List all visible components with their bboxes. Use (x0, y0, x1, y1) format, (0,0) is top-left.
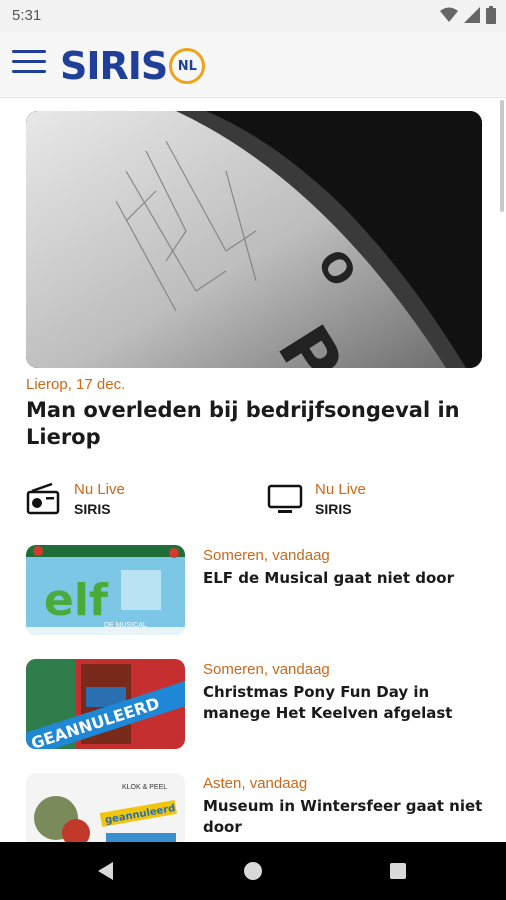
menu-line-icon (12, 50, 46, 53)
live-radio-button[interactable]: Nu Live SIRIS (26, 479, 246, 519)
live-tv-label: Nu Live (315, 481, 366, 498)
status-bar: 5:31 (0, 0, 506, 32)
logo-badge: NL (169, 48, 206, 84)
police-car-photo: P O (26, 111, 482, 368)
hamburger-menu-button[interactable] (12, 50, 46, 80)
battery-icon (486, 6, 496, 24)
system-nav-bar (0, 842, 506, 900)
status-time: 5:31 (12, 7, 42, 24)
radio-icon (26, 483, 60, 515)
tv-icon (267, 484, 303, 513)
news-item[interactable]: elf DE MUSICAL Someren, vandaag ELF de M… (26, 545, 486, 635)
menu-line-icon (12, 60, 46, 63)
news-meta: Someren, vandaag (203, 547, 330, 564)
hero-meta: Lierop, 17 dec. (26, 376, 126, 393)
app-screen: 5:31 SIRIS NL P O Lierop, 17 dec. Man ov… (0, 0, 506, 900)
news-item[interactable]: GEANNULEERD Someren, vandaag Christmas P… (26, 659, 486, 749)
news-item[interactable]: KLOK & PEEL geannuleerd Asten, vandaag M… (26, 773, 486, 842)
wifi-icon (440, 7, 458, 22)
news-meta: Someren, vandaag (203, 661, 330, 678)
news-title: Christmas Pony Fun Day in manege Het Kee… (203, 683, 453, 722)
scrollbar[interactable] (500, 100, 504, 212)
news-feed[interactable]: P O Lierop, 17 dec. Man overleden bij be… (0, 99, 506, 842)
recent-apps-icon[interactable] (390, 863, 406, 879)
signal-icon (464, 7, 480, 23)
live-radio-label: Nu Live (74, 481, 125, 498)
siris-logo[interactable]: SIRIS NL (60, 43, 206, 89)
news-meta: Asten, vandaag (203, 775, 308, 792)
logo-text: SIRIS (60, 44, 168, 88)
hero-title[interactable]: Man overleden bij bedrijfsongeval in Lie… (26, 397, 486, 451)
live-tv-button[interactable]: Nu Live SIRIS (267, 479, 487, 519)
home-icon[interactable] (244, 862, 262, 880)
hero-image[interactable]: P O (26, 111, 482, 368)
news-thumbnail: KLOK & PEEL geannuleerd (26, 773, 185, 842)
news-thumbnail: GEANNULEERD (26, 659, 185, 749)
menu-line-icon (12, 70, 46, 73)
status-icons (440, 6, 496, 24)
thumb-museum-sub: KLOK & PEEL (122, 784, 167, 791)
back-icon[interactable] (98, 862, 113, 880)
thumb-elf-text: elf (44, 575, 109, 626)
live-tv-channel: SIRIS (315, 501, 352, 517)
news-title: ELF de Musical gaat niet door (203, 569, 454, 587)
app-bar: SIRIS NL (0, 32, 506, 98)
news-thumbnail: elf DE MUSICAL (26, 545, 185, 635)
news-title: Museum in Wintersfeer gaat niet door (203, 797, 483, 836)
live-radio-channel: SIRIS (74, 501, 111, 517)
